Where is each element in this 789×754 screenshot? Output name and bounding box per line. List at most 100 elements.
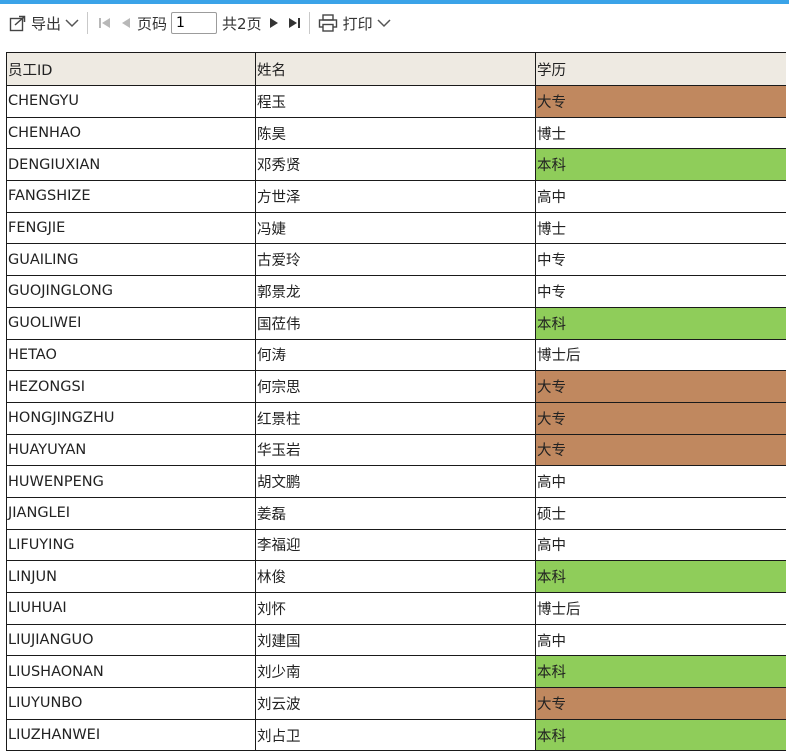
toolbar-separator <box>87 12 89 34</box>
table-row: LINJUN 林俊 本科 <box>6 560 786 593</box>
cell-education: 博士后 <box>535 592 786 625</box>
cell-employee-id: GUOJINGLONG <box>6 275 256 308</box>
cell-education: 博士 <box>535 116 786 150</box>
cell-employee-id: JIANGLEI <box>6 496 256 530</box>
cell-name: 陈昊 <box>255 116 536 150</box>
cell-education: 高中 <box>535 623 786 657</box>
toolbar-separator <box>308 12 310 34</box>
cell-name: 刘占卫 <box>255 718 536 752</box>
cell-education: 博士后 <box>535 338 786 372</box>
cell-name: 何涛 <box>255 338 536 372</box>
cell-education: 本科 <box>535 655 786 689</box>
cell-employee-id: CHENGYU <box>6 85 256 118</box>
chevron-down-icon <box>377 18 391 28</box>
cell-name: 何宗思 <box>255 370 536 403</box>
print-label: 打印 <box>342 14 373 33</box>
cell-name: 冯婕 <box>255 211 536 245</box>
cell-education: 高中 <box>535 465 786 498</box>
report-table-container: 员工ID 姓名 学历 CHENGYU 程玉 大专 CHENHAO 陈昊 博士 DENGIUX… <box>6 52 786 754</box>
first-page-icon[interactable] <box>98 9 112 37</box>
table-row: DENGIUXIAN 邓秀贤 本科 <box>6 148 786 182</box>
table-row: HETAO 何涛 博士后 <box>6 338 786 372</box>
table-row: GUOLIWEI 国莅伟 本科 <box>6 306 786 340</box>
table-row: CHENHAO 陈昊 博士 <box>6 116 786 150</box>
table-row: LIUYUNBO 刘云波 大专 <box>6 687 786 720</box>
cell-name: 刘云波 <box>255 687 536 720</box>
cell-name: 国莅伟 <box>255 306 536 340</box>
table-row: LIUZHANWEI 刘占卫 本科 <box>6 718 786 752</box>
total-pages-label: 共2页 <box>222 14 262 33</box>
cell-education: 本科 <box>535 718 786 752</box>
cell-name: 程玉 <box>255 85 536 118</box>
column-header-employee-id: 员工ID <box>6 52 256 86</box>
cell-education: 博士 <box>535 211 786 245</box>
cell-employee-id: LIUYUNBO <box>6 687 256 720</box>
cell-employee-id: GUAILING <box>6 243 256 277</box>
cell-employee-id: LIFUYING <box>6 528 256 562</box>
cell-education: 高中 <box>535 180 786 213</box>
table-row: HEZONGSI 何宗思 大专 <box>6 370 786 403</box>
table-row: HUAYUYAN 华玉岩 大专 <box>6 433 786 467</box>
cell-education: 本科 <box>535 560 786 593</box>
cell-employee-id: LINJUN <box>6 560 256 593</box>
print-button[interactable]: 打印 <box>318 9 391 37</box>
cell-education: 大专 <box>535 85 786 118</box>
table-row: JIANGLEI 姜磊 硕士 <box>6 496 786 530</box>
cell-name: 李福迎 <box>255 528 536 562</box>
next-page-icon[interactable] <box>268 9 280 37</box>
cell-education: 大专 <box>535 370 786 403</box>
table-header-row: 员工ID 姓名 学历 <box>6 52 786 86</box>
cell-name: 红景柱 <box>255 401 536 435</box>
cell-education: 中专 <box>535 275 786 308</box>
cell-name: 刘怀 <box>255 592 536 625</box>
employee-education-table: 员工ID 姓名 学历 CHENGYU 程玉 大专 CHENHAO 陈昊 博士 DENGIUX… <box>6 52 786 752</box>
cell-employee-id: HUAYUYAN <box>6 433 256 467</box>
cell-employee-id: HONGJINGZHU <box>6 401 256 435</box>
cell-name: 林俊 <box>255 560 536 593</box>
column-header-education: 学历 <box>535 52 786 86</box>
cell-education: 高中 <box>535 528 786 562</box>
table-body: CHENGYU 程玉 大专 CHENHAO 陈昊 博士 DENGIUXIAN 邓秀贤 本科 FAN… <box>6 85 786 752</box>
table-row: FANGSHIZE 方世泽 高中 <box>6 180 786 213</box>
cell-name: 古爱玲 <box>255 243 536 277</box>
export-button[interactable]: 导出 <box>9 9 79 37</box>
cell-name: 胡文鹏 <box>255 465 536 498</box>
cell-name: 邓秀贤 <box>255 148 536 182</box>
chevron-down-icon <box>65 18 79 28</box>
cell-employee-id: GUOLIWEI <box>6 306 256 340</box>
cell-education: 大专 <box>535 433 786 467</box>
table-row: LIUHUAI 刘怀 博士后 <box>6 592 786 625</box>
cell-employee-id: LIUSHAONAN <box>6 655 256 689</box>
table-row: HUWENPENG 胡文鹏 高中 <box>6 465 786 498</box>
table-row: GUOJINGLONG 郭景龙 中专 <box>6 275 786 308</box>
cell-employee-id: LIUZHANWEI <box>6 718 256 752</box>
column-header-name: 姓名 <box>255 52 536 86</box>
cell-name: 郭景龙 <box>255 275 536 308</box>
page-number-input[interactable] <box>171 12 218 34</box>
cell-education: 本科 <box>535 306 786 340</box>
table-row: CHENGYU 程玉 大专 <box>6 85 786 118</box>
cell-employee-id: HETAO <box>6 338 256 372</box>
table-row: LIUSHAONAN 刘少南 本科 <box>6 655 786 689</box>
table-row: FENGJIE 冯婕 博士 <box>6 211 786 245</box>
cell-education: 大专 <box>535 687 786 720</box>
cell-name: 姜磊 <box>255 496 536 530</box>
page-label: 页码 <box>137 14 168 33</box>
prev-page-icon[interactable] <box>120 9 132 37</box>
report-toolbar: 导出 页码 共2页 打印 <box>0 4 789 42</box>
cell-employee-id: FANGSHIZE <box>6 180 256 213</box>
cell-name: 华玉岩 <box>255 433 536 467</box>
cell-education: 本科 <box>535 148 786 182</box>
cell-employee-id: DENGIUXIAN <box>6 148 256 182</box>
cell-name: 刘建国 <box>255 623 536 657</box>
last-page-icon[interactable] <box>287 9 301 37</box>
cell-education: 大专 <box>535 401 786 435</box>
printer-icon <box>318 14 338 32</box>
cell-education: 中专 <box>535 243 786 277</box>
cell-employee-id: LIUHUAI <box>6 592 256 625</box>
cell-employee-id: LIUJIANGUO <box>6 623 256 657</box>
cell-education: 硕士 <box>535 496 786 530</box>
table-row: LIUJIANGUO 刘建国 高中 <box>6 623 786 657</box>
cell-employee-id: HUWENPENG <box>6 465 256 498</box>
cell-name: 刘少南 <box>255 655 536 689</box>
